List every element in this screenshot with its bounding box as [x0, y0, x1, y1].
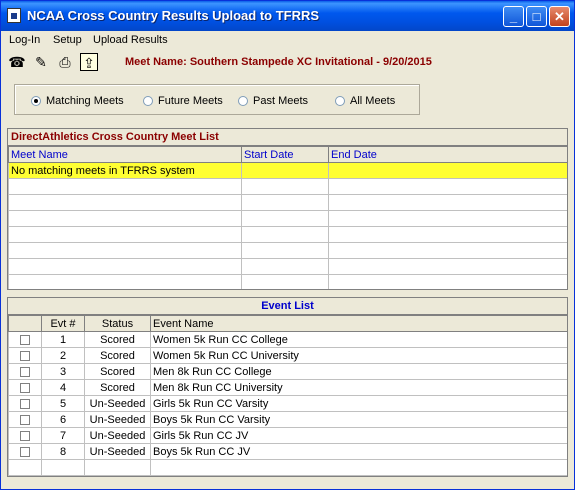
event-checkbox[interactable]	[20, 414, 30, 425]
table-row[interactable]: 2 Scored Women 5k Run CC University	[8, 347, 567, 364]
table-row[interactable]: 7 Un-Seeded Girls 5k Run CC JV	[8, 427, 567, 444]
table-row[interactable]: 4 Scored Men 8k Run CC University	[8, 379, 567, 396]
event-name: Men 8k Run CC College	[150, 363, 567, 380]
event-name: Girls 5k Run CC Varsity	[150, 395, 567, 412]
event-status: Scored	[84, 331, 151, 348]
empty-row	[8, 226, 567, 243]
column-status[interactable]: Status	[84, 315, 151, 332]
event-status: Un-Seeded	[84, 411, 151, 428]
event-number: 1	[41, 331, 85, 348]
menu-bar: Log-In Setup Upload Results	[1, 31, 574, 49]
column-event-number[interactable]: Evt #	[41, 315, 85, 332]
maximize-button[interactable]: □	[526, 6, 547, 27]
network-icon[interactable]: ⎙	[56, 53, 74, 71]
menu-setup[interactable]: Setup	[53, 34, 82, 46]
end-date-cell[interactable]	[328, 162, 567, 179]
empty-row	[8, 178, 567, 195]
upload-icon[interactable]: ⇪	[80, 53, 98, 71]
event-checkbox[interactable]	[20, 446, 30, 457]
event-list-panel: Event List Evt # Status Event Name 1 Scor…	[7, 297, 568, 477]
radio-future-meets[interactable]: Future Meets	[143, 95, 223, 107]
radio-unselected-icon	[238, 96, 248, 106]
menu-upload-results[interactable]: Upload Results	[93, 34, 168, 46]
event-name: Men 8k Run CC University	[150, 379, 567, 396]
title-bar: NCAA Cross Country Results Upload to TFR…	[1, 1, 574, 31]
menu-login[interactable]: Log-In	[9, 34, 40, 46]
table-row[interactable]: 5 Un-Seeded Girls 5k Run CC Varsity	[8, 395, 567, 412]
minimize-button[interactable]: _	[503, 6, 524, 27]
empty-row	[8, 258, 567, 275]
app-icon	[7, 8, 21, 23]
meet-name: Meet Name: Southern Stampede XC Invitati…	[125, 56, 432, 68]
meet-list-table: Meet Name Start Date End Date No matchin…	[8, 146, 567, 289]
radio-selected-icon	[31, 96, 41, 106]
event-checkbox[interactable]	[20, 382, 30, 393]
event-name: Boys 5k Run CC Varsity	[150, 411, 567, 428]
event-status: Scored	[84, 379, 151, 396]
event-number: 2	[41, 347, 85, 364]
event-checkbox[interactable]	[20, 334, 30, 345]
event-number: 5	[41, 395, 85, 412]
minimize-icon: _	[509, 9, 518, 24]
radio-unselected-icon	[143, 96, 153, 106]
window-title: NCAA Cross Country Results Upload to TFR…	[27, 8, 320, 23]
event-number: 7	[41, 427, 85, 444]
event-status: Un-Seeded	[84, 427, 151, 444]
event-number: 4	[41, 379, 85, 396]
event-number: 8	[41, 443, 85, 460]
event-checkbox[interactable]	[20, 350, 30, 361]
event-number: 6	[41, 411, 85, 428]
event-name: Boys 5k Run CC JV	[150, 443, 567, 460]
event-status: Un-Seeded	[84, 443, 151, 460]
table-row[interactable]: 3 Scored Men 8k Run CC College	[8, 363, 567, 380]
event-checkbox[interactable]	[20, 430, 30, 441]
event-status: Scored	[84, 363, 151, 380]
close-icon: ✕	[554, 9, 565, 24]
column-start-date[interactable]: Start Date	[241, 146, 329, 163]
table-row[interactable]: 6 Un-Seeded Boys 5k Run CC Varsity	[8, 411, 567, 428]
radio-unselected-icon	[335, 96, 345, 106]
meet-name-label: Meet Name:	[125, 56, 187, 68]
empty-row	[8, 210, 567, 227]
empty-row	[8, 274, 567, 289]
empty-row	[8, 194, 567, 211]
radio-matching-meets[interactable]: Matching Meets	[31, 95, 124, 107]
event-name: Women 5k Run CC College	[150, 331, 567, 348]
column-select[interactable]	[8, 315, 42, 332]
event-list-table: Evt # Status Event Name 1 Scored Women 5k …	[8, 315, 567, 476]
event-list-title: Event List	[8, 298, 567, 315]
table-row[interactable]: 1 Scored Women 5k Run CC College	[8, 331, 567, 348]
meet-name-cell[interactable]: No matching meets in TFRRS system	[8, 162, 242, 179]
radio-all-meets[interactable]: All Meets	[335, 95, 395, 107]
radio-past-meets[interactable]: Past Meets	[238, 95, 308, 107]
column-meet-name[interactable]: Meet Name	[8, 146, 242, 163]
table-row[interactable]: 8 Un-Seeded Boys 5k Run CC JV	[8, 443, 567, 460]
event-name: Women 5k Run CC University	[150, 347, 567, 364]
table-row[interactable]: No matching meets in TFRRS system	[8, 162, 567, 179]
event-status: Un-Seeded	[84, 395, 151, 412]
meet-list-title: DirectAthletics Cross Country Meet List	[8, 129, 567, 146]
close-button[interactable]: ✕	[549, 6, 570, 27]
maximize-icon: □	[532, 9, 541, 24]
start-date-cell[interactable]	[241, 162, 329, 179]
event-checkbox[interactable]	[20, 398, 30, 409]
phone-icon[interactable]: ☎	[8, 53, 26, 71]
empty-row	[8, 242, 567, 259]
column-end-date[interactable]: End Date	[328, 146, 567, 163]
event-number: 3	[41, 363, 85, 380]
meet-filter-group: Matching Meets Future Meets Past Meets A…	[14, 84, 420, 115]
meet-name-value: Southern Stampede XC Invitational - 9/20…	[189, 56, 432, 68]
column-event-name[interactable]: Event Name	[150, 315, 567, 332]
event-checkbox[interactable]	[20, 366, 30, 377]
meet-list-panel: DirectAthletics Cross Country Meet List …	[7, 128, 568, 290]
event-name: Girls 5k Run CC JV	[150, 427, 567, 444]
main-window: NCAA Cross Country Results Upload to TFR…	[0, 0, 575, 490]
empty-row	[8, 459, 567, 476]
notepad-icon[interactable]: ✎	[32, 53, 50, 71]
event-status: Scored	[84, 347, 151, 364]
